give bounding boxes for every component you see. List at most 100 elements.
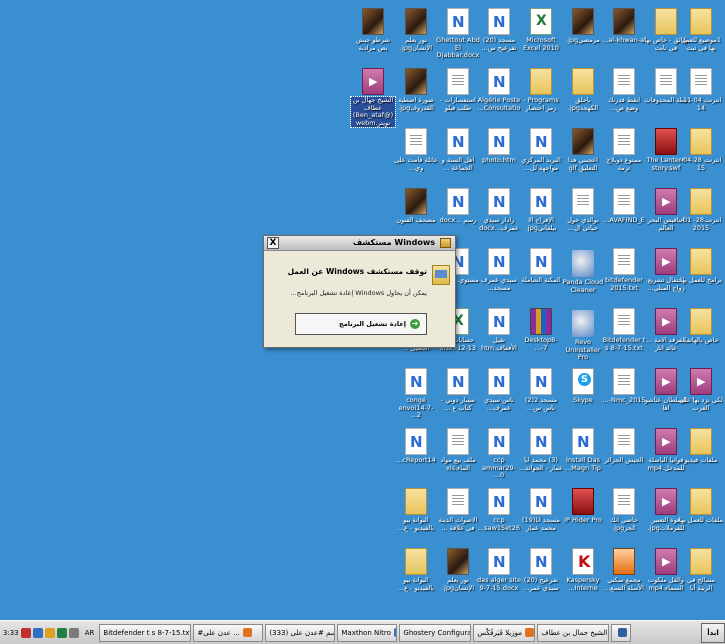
desktop-icon[interactable]: نور يعلم الإنسانjpg.: [396, 8, 436, 70]
desktop-icon[interactable]: نور يعلم الإنسانjpg.: [438, 548, 478, 610]
desktop-icon[interactable]: أعجبني هذا التعليق.gif: [563, 128, 603, 190]
desktop-icon[interactable]: استفسارات - طلب فيلو: [438, 68, 478, 130]
desktop-icon[interactable]: تفيل الأقفاف.htm: [479, 308, 519, 370]
desktop-icon[interactable]: لكي نزد بها على الغرب: [679, 368, 723, 430]
desktop-icon[interactable]: مسجد (20) تفرعيح س...: [479, 8, 519, 70]
desktop-icon[interactable]: مسالح في الريبة أنا: [681, 548, 721, 610]
desktop-icon[interactable]: باحلق الكهجةjpg.: [563, 68, 603, 130]
security-icon[interactable]: [44, 627, 55, 638]
start-button[interactable]: ابدأ: [701, 622, 725, 643]
desktop-icon[interactable]: البريد المركزي مواجهه لل...: [521, 128, 561, 190]
desktop-icon[interactable]: ملف بيع مواد البناء.xls: [438, 428, 478, 490]
desktop-icon[interactable]: Panda Cloud Cleaner: [563, 248, 603, 310]
folder-file-icon: [690, 188, 712, 215]
desktop-icon[interactable]: البوانة بيو بالفيديو - ع...: [396, 488, 436, 550]
desktop-icon[interactable]: سيدي عمرف مسجد...: [479, 248, 519, 310]
desktop-icon[interactable]: bitdefender 2015.txt: [604, 248, 644, 310]
restart-program-button[interactable]: ➜ إعادة تشغيل البرنامج: [295, 313, 427, 335]
word-file-icon: [488, 368, 510, 395]
desktop-icon[interactable]: بوالدي حول حياتي ال...: [563, 188, 603, 250]
language-indicator[interactable]: AR: [85, 629, 95, 637]
taskbar-button[interactable]: Maxthon Nitro: [337, 623, 398, 642]
desktop-icon[interactable]: ممنوع دوبلاج ترمة: [604, 128, 644, 190]
desktop-icon[interactable]: congé envoi14-7-2...: [396, 368, 436, 430]
desktop-icon[interactable]: مسجد 2(2) ناس س...: [521, 368, 561, 430]
desktop-icon[interactable]: Install Das Magn Tip...: [563, 428, 603, 490]
desktop-icon[interactable]: الأصوات الدينة في علاقة ...: [438, 488, 478, 550]
desktop-icon[interactable]: الشيخ جهال بن عطاف (@Ben_ataf) تويتر.web…: [350, 68, 396, 130]
taskbar-button[interactable]: Bitdefender t s 8-7-15.txt...: [99, 623, 192, 642]
desktop-icon[interactable]: Desktop8-7-...: [521, 308, 561, 370]
desktop-icon[interactable]: خاصي أنك الجزjpg.: [604, 488, 644, 550]
desktop-icon[interactable]: Algérie Poste Consultatio...: [477, 68, 521, 130]
desktop-icon[interactable]: 1موضيع للعمل بها في ثبت: [681, 8, 721, 70]
desktop-icon-label: ccp saw15et26...: [478, 517, 520, 532]
desktop-icon[interactable]: صورة اصطية القدروفjpg.: [396, 68, 436, 130]
desktop-icon[interactable]: Kaspersky Interne...: [563, 548, 603, 610]
desktop-icon-label: ناس سيدي عمرف...: [484, 397, 514, 412]
shield-icon[interactable]: [56, 627, 67, 638]
desktop-icon[interactable]: مرمصيjpg.: [563, 8, 603, 70]
desktop-icon[interactable]: البوانة بيو بالفيديو - ع...: [396, 548, 436, 610]
desktop-icon[interactable]: برامج للعمل بها: [680, 248, 722, 310]
taskbar-button[interactable]: (333) الوسم #عدن على: [265, 623, 336, 642]
folder-file-icon: [655, 8, 677, 35]
desktop-icon[interactable]: ملفات فيديو: [681, 428, 721, 490]
desktop-icon[interactable]: المكنة الشاملة: [521, 248, 561, 310]
desktop-icon[interactable]: cReport14...: [396, 428, 436, 490]
desktop-icon[interactable]: (3) محمد أيا عمار - الجوائد...: [519, 428, 563, 490]
desktop-icon[interactable]: أبقط قدرتك وضع ص...: [604, 68, 644, 130]
red-file-icon: [572, 488, 594, 515]
desktop-icon[interactable]: رادار سيدي عمرف...docx: [479, 188, 519, 250]
desktop-icon[interactable]: das alger site 9-7-15.docx: [477, 548, 521, 610]
desktop-icon-label: al-khwan-al...: [602, 37, 646, 44]
taskbar-button[interactable]: [611, 623, 632, 642]
clock[interactable]: 3:33: [3, 629, 19, 637]
desktop-icon-label: cReport14...: [396, 457, 436, 464]
img-file-icon: [405, 188, 427, 215]
desktop-icon[interactable]: خاص بالهاتف: [681, 308, 721, 370]
battery-icon[interactable]: [68, 627, 79, 638]
desktop-icon[interactable]: ccp ammar29-0...: [479, 428, 519, 490]
desktop-icon[interactable]: سيبار دوني - كتاب ع ...: [438, 368, 478, 430]
desktop-icon[interactable]: ccp saw15et26...: [478, 488, 520, 550]
desktop-icon[interactable]: Nmc_2015-...: [602, 368, 646, 430]
volume-icon[interactable]: [32, 627, 43, 638]
desktop-icon[interactable]: مجمع سكني الأسلة التسع...: [604, 548, 644, 610]
desktop-icon[interactable]: أنترنت 28-04-15: [681, 128, 721, 190]
desktop-icon[interactable]: أنترنت28- 01-2015: [681, 188, 721, 250]
desktop-icon[interactable]: الجيش الجزائر: [604, 428, 644, 490]
taskbar-button[interactable]: الشيخ جمال بن عطاف (@...: [537, 623, 610, 642]
video-file-icon: [655, 188, 677, 215]
desktop-icon[interactable]: مسجد أنا(19) محمد عمار: [521, 488, 561, 550]
desktop-icon[interactable]: ناس سيدي عمرف...: [479, 368, 519, 430]
desktop-icon[interactable]: شرطو جيش بص مرادبة: [353, 8, 393, 70]
dialog-close-button[interactable]: X: [267, 237, 279, 249]
red-file-icon: [655, 128, 677, 155]
app-icon: [393, 628, 397, 637]
taskbar-button[interactable]: #عدن على ...: [193, 623, 264, 642]
desktop-icon[interactable]: تفرعيح (20) سيدي عمر...: [521, 548, 561, 610]
desktop-icon[interactable]: Skype: [563, 368, 603, 430]
desktop-icon[interactable]: AVAFIND_E...: [603, 188, 645, 250]
desktop-icon[interactable]: أنترنت 04-11-14: [681, 68, 721, 130]
desktop-icon[interactable]: al-khwan-al...: [602, 8, 646, 70]
desktop-icon[interactable]: IP Hider Pro: [563, 488, 603, 550]
desktop-icon[interactable]: ملفات للعمل بها: [679, 488, 723, 550]
desktop-icon[interactable]: Ghettout Abd El Djabbar.docx: [436, 8, 480, 70]
desktop-icon[interactable]: أهل السنة و الجماعة ...: [438, 128, 478, 190]
desktop-icon[interactable]: الإفراج الا بيلقانيjpg.: [521, 188, 561, 250]
desktop-icon[interactable]: عائلة قامت على وي...: [394, 128, 438, 190]
desktop-icon[interactable]: Revo Uninstaller Pro: [563, 308, 603, 370]
desktop-icon[interactable]: photo.htm: [479, 128, 519, 190]
taskbar-button[interactable]: Ghostery Configuration: [399, 623, 472, 642]
network-icon[interactable]: [20, 627, 31, 638]
doc-file-icon: [655, 68, 677, 95]
img-file-icon: [613, 8, 635, 35]
desktop-icon[interactable]: Microsoft Excel 2010: [521, 8, 561, 70]
desktop-icon[interactable]: Bitdefender t s 8-7-15.txt: [603, 308, 645, 370]
taskbar-button[interactable]: موزيلا فَيَرفُكْس: [473, 623, 536, 642]
folder-icon: [440, 238, 451, 248]
desktop-icon[interactable]: Programs - رمز احتصار: [521, 68, 561, 130]
desktop-icon-label: مرمصيjpg.: [566, 37, 600, 44]
